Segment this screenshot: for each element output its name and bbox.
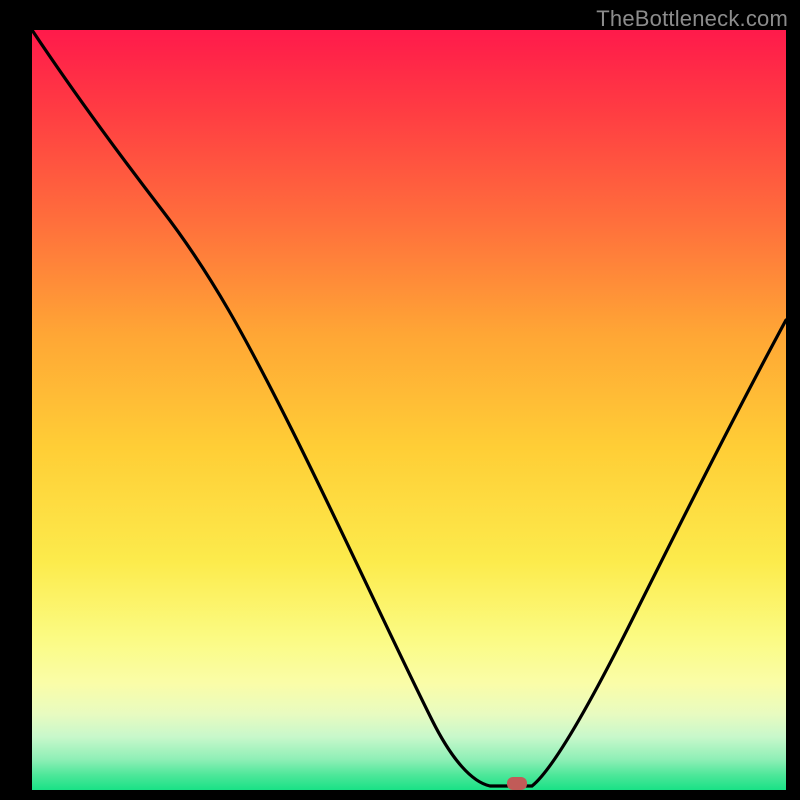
chart-frame: TheBottleneck.com: [0, 0, 800, 800]
curve-path: [32, 30, 786, 786]
watermark-text: TheBottleneck.com: [596, 6, 788, 32]
plot-area: [32, 30, 786, 790]
bottleneck-curve: [32, 30, 786, 790]
optimal-marker: [507, 777, 527, 790]
